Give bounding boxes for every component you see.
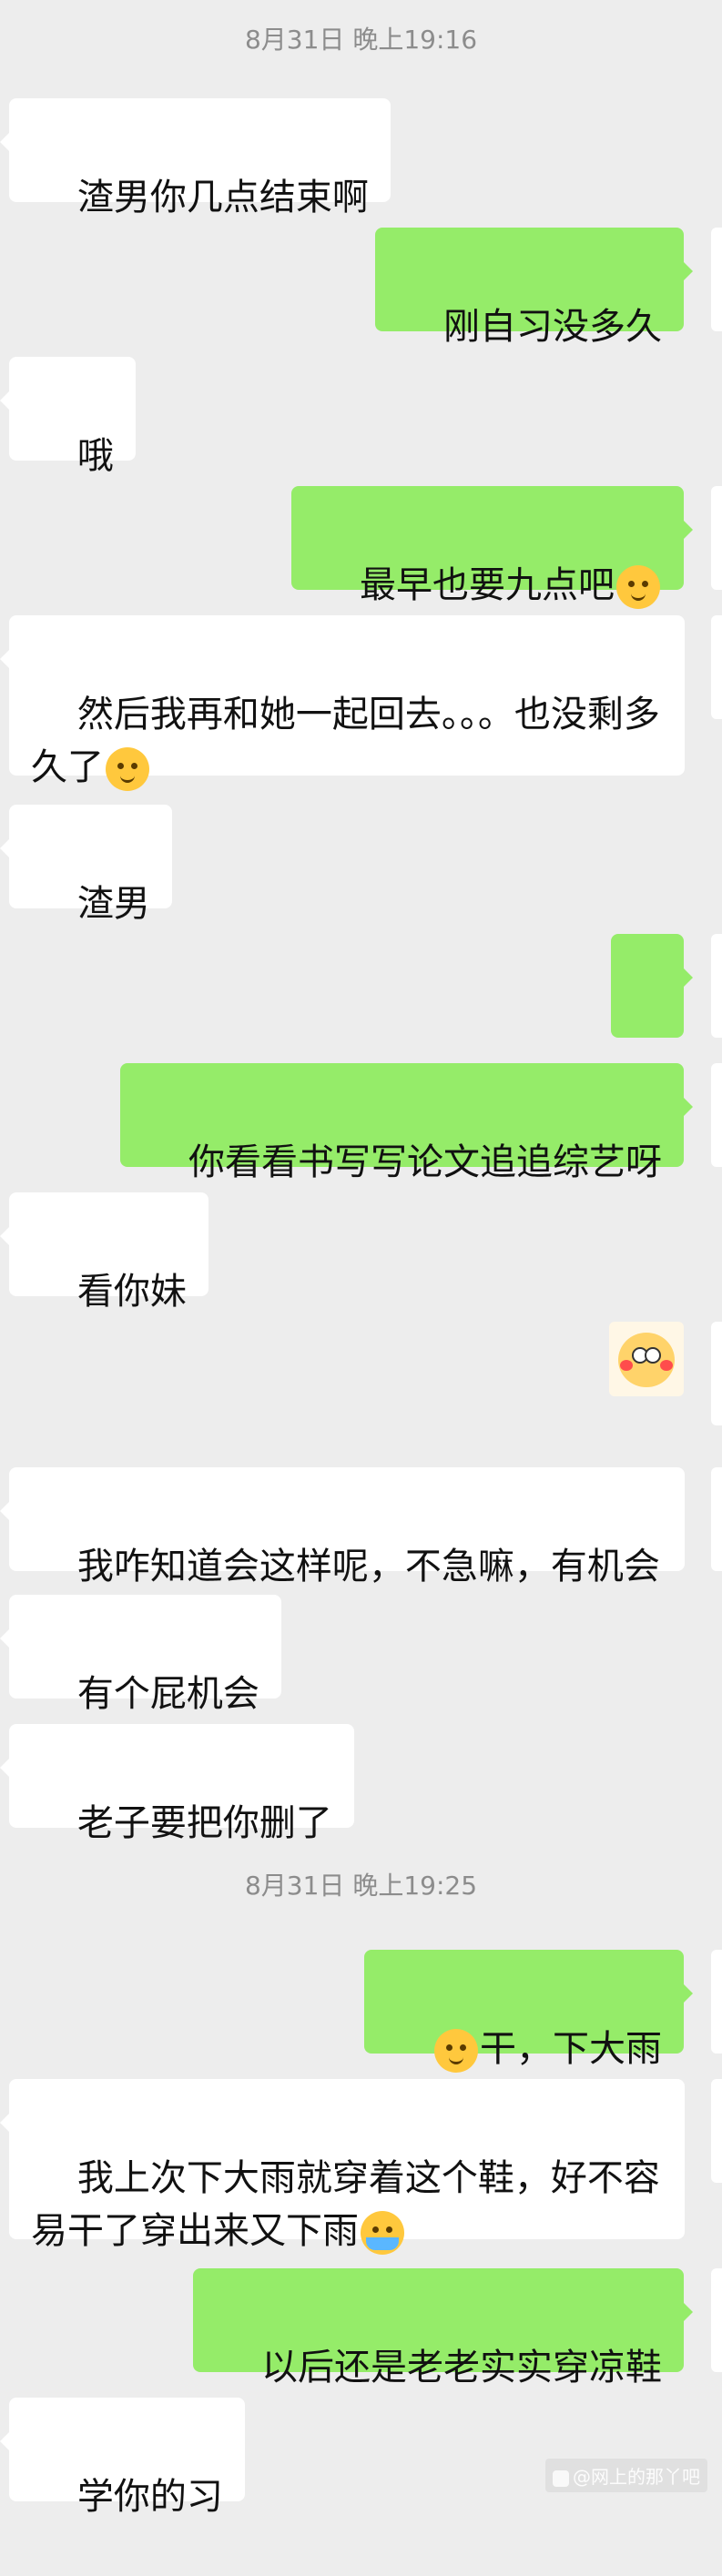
screen-edge-bubble bbox=[711, 2268, 722, 2372]
screen-edge-bubble bbox=[711, 486, 722, 590]
message-bubble-incoming[interactable]: 我上次下大雨就穿着这个鞋，好不容易干了穿出来又下雨 bbox=[0, 2079, 685, 2255]
screen-edge-bubble bbox=[711, 2079, 722, 2183]
message-text: 渣男你几点结束啊 bbox=[76, 177, 369, 218]
message-text: 哦 bbox=[76, 435, 114, 477]
message-bubble-incoming[interactable]: 渣男 bbox=[0, 805, 172, 925]
screen-edge-bubble bbox=[711, 1467, 722, 1571]
message-text: 最早也要九点吧 bbox=[360, 564, 615, 606]
message-text: 学你的习 bbox=[76, 2476, 223, 2518]
message-bubble-incoming[interactable]: 看你妹 bbox=[0, 1192, 208, 1313]
message-bubble-outgoing[interactable]: 你看看书写写论文追追综艺呀 bbox=[120, 1063, 693, 1183]
message-text: 看你妹 bbox=[76, 1271, 187, 1313]
message-bubble-incoming[interactable]: 老子要把你删了 bbox=[0, 1724, 354, 1844]
shy-smile-emoji bbox=[106, 747, 149, 791]
timestamp: 8月31日 晚上19:16 bbox=[244, 25, 478, 55]
message-bubble-outgoing[interactable]: 干，下大雨 bbox=[364, 1950, 693, 2073]
message-bubble-outgoing[interactable]: 最早也要九点吧 bbox=[291, 486, 693, 609]
message-bubble-outgoing[interactable]: 刚自习没多久 bbox=[375, 228, 693, 348]
message-bubble-incoming[interactable]: 有个屁机会 bbox=[0, 1595, 281, 1715]
message-bubble-incoming[interactable]: 我咋知道会这样呢，不急嘛，有机会 bbox=[0, 1467, 685, 1587]
message-text: 你看看书写写论文追追综艺呀 bbox=[188, 1141, 662, 1183]
message-text: 渣男 bbox=[76, 883, 150, 925]
message-bubble-incoming[interactable]: 然后我再和她一起回去。。。也没剩多久了 bbox=[0, 615, 685, 791]
message-text: 干，下大雨 bbox=[480, 2028, 662, 2070]
screen-edge-bubble bbox=[711, 615, 722, 719]
timestamp: 8月31日 晚上19:25 bbox=[244, 1871, 478, 1901]
watermark-icon bbox=[553, 2470, 569, 2487]
message-text: 以后还是老老实实穿凉鞋 bbox=[261, 2347, 662, 2388]
message-text: 我咋知道会这样呢，不急嘛，有机会 bbox=[76, 1546, 660, 1587]
message-text: 老子要把你删了 bbox=[76, 1802, 332, 1844]
message-bubble-outgoing[interactable]: 以后还是老老实实穿凉鞋 bbox=[193, 2268, 693, 2388]
message-text: 有个屁机会 bbox=[76, 1673, 259, 1715]
screen-edge-bubble bbox=[711, 228, 722, 331]
watermark: @网上的那丫吧 bbox=[545, 2459, 707, 2492]
laughing-tears-emoji bbox=[616, 565, 660, 609]
screen-edge-bubble bbox=[711, 1322, 722, 1425]
chat-area[interactable]: 8月31日 晚上19:16 渣男你几点结束啊 刚自习没多久 哦 最早也要九点吧 … bbox=[0, 0, 722, 2518]
message-bubble-incoming[interactable]: 渣男你几点结束啊 bbox=[0, 98, 391, 218]
cartoon-chick-sticker[interactable] bbox=[609, 1322, 684, 1396]
sweat-emoji bbox=[434, 2029, 478, 2073]
message-bubble-incoming[interactable]: 哦 bbox=[0, 357, 136, 477]
screen-edge-bubble bbox=[711, 1063, 722, 1167]
message-text: 刚自习没多久 bbox=[443, 306, 662, 348]
message-bubble-incoming[interactable]: 学你的习 bbox=[0, 2398, 245, 2518]
message-bubble-outgoing[interactable] bbox=[611, 934, 693, 1110]
crying-emoji bbox=[361, 2211, 404, 2255]
screen-edge-bubble bbox=[711, 934, 722, 1038]
watermark-text: @网上的那丫吧 bbox=[573, 2466, 700, 2488]
message-text: 我上次下大雨就穿着这个鞋，好不容易干了穿出来又下雨 bbox=[31, 2157, 660, 2252]
screen-edge-bubble bbox=[711, 1950, 722, 2054]
